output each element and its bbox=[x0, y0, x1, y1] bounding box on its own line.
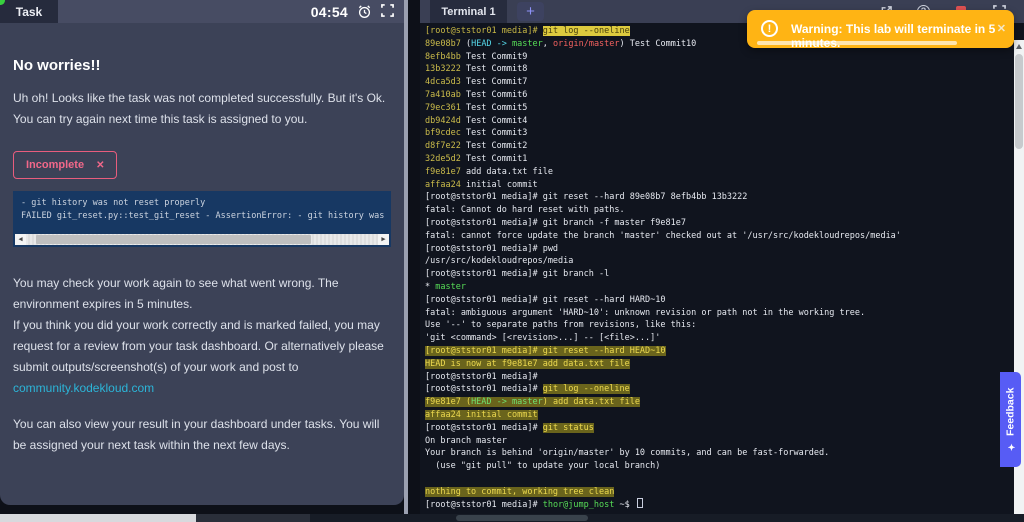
toast-message: Warning: This lab will terminate in 5 mi… bbox=[791, 22, 996, 50]
error-line: - git history was not reset properly bbox=[21, 198, 206, 208]
tab-task[interactable]: Task bbox=[0, 0, 58, 23]
terminal-line: [root@ststor01 media]# bbox=[425, 371, 538, 382]
bottom-scrollbar-thumb[interactable] bbox=[0, 514, 196, 522]
terminal-line: db9424d Test Commit4 bbox=[425, 115, 528, 126]
terminal-line: 8efb4bb Test Commit9 bbox=[425, 51, 528, 62]
terminal-line: On branch master bbox=[425, 435, 507, 446]
error-output: - git history was not reset properly FAIL… bbox=[13, 191, 391, 247]
toast-close-icon[interactable]: ✕ bbox=[997, 22, 1006, 35]
terminal-line: 4dca5d3 Test Commit7 bbox=[425, 77, 528, 88]
terminal-line: [root@ststor01 media]# git status bbox=[425, 422, 594, 433]
terminal-line: [root@ststor01 media]# git branch -f mas… bbox=[425, 217, 686, 228]
feedback-label: Feedback bbox=[1004, 387, 1017, 437]
review-text: If you think you did your work correctly… bbox=[13, 318, 384, 395]
page-title: No worries!! bbox=[13, 57, 101, 74]
terminal-line: HEAD is now at f9e81e7 add data.txt file bbox=[425, 358, 630, 369]
error-output-hscrollbar[interactable]: ◀ ▶ bbox=[15, 234, 389, 245]
terminal-line: 13b3222 Test Commit8 bbox=[425, 64, 528, 75]
status-badge-label: Incomplete bbox=[26, 159, 85, 171]
terminal-line: [root@ststor01 media]# git branch -l bbox=[425, 269, 610, 280]
terminal-line: fatal: ambiguous argument 'HARD~10': unk… bbox=[425, 307, 866, 318]
result-text: You can also view your result in your da… bbox=[13, 417, 380, 452]
alarm-clock-icon bbox=[357, 4, 372, 19]
terminal-line: bf9cdec Test Commit3 bbox=[425, 128, 528, 139]
hscroll-thumb[interactable] bbox=[36, 235, 311, 244]
intro-text: Uh oh! Looks like the task was not compl… bbox=[13, 91, 386, 126]
task-body: No worries!! Uh oh! Looks like the task … bbox=[0, 23, 404, 505]
terminal-tab-label: Terminal 1 bbox=[441, 5, 496, 18]
terminal-line: 'git <command> [<revision>...] -- [<file… bbox=[425, 333, 661, 344]
scroll-left-arrow-icon[interactable]: ◀ bbox=[15, 234, 26, 245]
info-icon: ! bbox=[761, 20, 778, 37]
toast-progress-bar bbox=[757, 41, 957, 45]
bottom-scrollbar-track-segment bbox=[196, 514, 310, 522]
tab-terminal-1[interactable]: Terminal 1 bbox=[430, 0, 507, 23]
page-scrollbar-thumb[interactable] bbox=[1015, 54, 1023, 149]
badge-x-icon: ✕ bbox=[96, 159, 105, 171]
terminal-hscroll-thumb[interactable] bbox=[456, 515, 588, 521]
new-terminal-button[interactable]: + bbox=[517, 2, 544, 21]
terminal-line: [root@ststor01 media]# git reset --hard … bbox=[425, 345, 666, 356]
terminal-line: 32de5d2 Test Commit1 bbox=[425, 153, 528, 164]
terminal-line: f9e81e7 (HEAD -> master) add data.txt fi… bbox=[425, 397, 640, 408]
terminal-output[interactable]: [root@ststor01 media]# git log --oneline… bbox=[420, 23, 1024, 514]
terminal-panel: Terminal 1 + ? [root@ststor01 media]# gi… bbox=[420, 0, 1024, 514]
countdown-timer: 04:54 bbox=[310, 3, 348, 20]
terminal-line: 79ec361 Test Commit5 bbox=[425, 102, 528, 113]
terminal-line: (use "git pull" to update your local bra… bbox=[425, 461, 661, 472]
fullscreen-icon[interactable] bbox=[381, 4, 396, 19]
terminal-line: [root@ststor01 media]# git reset --hard … bbox=[425, 294, 666, 305]
hscroll-track[interactable] bbox=[26, 234, 378, 245]
task-header: Task 04:54 bbox=[0, 0, 404, 23]
sparkle-icon: ✦ bbox=[1005, 441, 1016, 452]
task-panel-scrollbar[interactable] bbox=[404, 0, 408, 514]
terminal-line: Use '--' to separate paths from revision… bbox=[425, 320, 697, 331]
status-badge: Incomplete ✕ bbox=[13, 151, 118, 179]
task-tab-label: Task bbox=[15, 4, 43, 19]
task-panel-scrollbar-thumb[interactable] bbox=[404, 0, 408, 514]
terminal-line: affaa24 initial commit bbox=[425, 409, 538, 420]
feedback-button[interactable]: ✦ Feedback bbox=[1000, 372, 1021, 467]
terminal-line: affaa24 initial commit bbox=[425, 179, 538, 190]
scroll-right-arrow-icon[interactable]: ▶ bbox=[378, 234, 389, 245]
terminal-line: /usr/src/kodekloudrepos/media bbox=[425, 256, 574, 267]
warning-toast: ! Warning: This lab will terminate in 5 … bbox=[747, 10, 1014, 50]
terminal-line: d8f7e22 Test Commit2 bbox=[425, 141, 528, 152]
terminal-line: 7a410ab Test Commit6 bbox=[425, 89, 528, 100]
check-work-text: You may check your work again to see wha… bbox=[13, 276, 339, 311]
terminal-line: [root@ststor01 media]# git reset --hard … bbox=[425, 192, 748, 203]
bottom-scrollbar[interactable] bbox=[0, 514, 1024, 522]
terminal-line: [root@ststor01 media]# git log --oneline bbox=[425, 384, 630, 395]
terminal-line: [root@ststor01 media]# pwd bbox=[425, 243, 559, 254]
terminal-line: nothing to commit, working tree clean bbox=[425, 486, 615, 497]
task-panel: Task 04:54 No worries!! Uh oh! Looks lik… bbox=[0, 0, 404, 514]
terminal-line: fatal: Cannot do hard reset with paths. bbox=[425, 205, 625, 216]
community-link[interactable]: community.kodekloud.com bbox=[13, 381, 154, 395]
terminal-line: Your branch is behind 'origin/master' by… bbox=[425, 448, 830, 459]
terminal-line: [root@ststor01 media]# thor@jump_host ~$ bbox=[425, 498, 1024, 511]
terminal-line: f9e81e7 add data.txt file bbox=[425, 166, 553, 177]
terminal-line: fatal: cannot force update the branch 'm… bbox=[425, 230, 901, 241]
terminal-line: * master bbox=[425, 281, 466, 292]
error-line: FAILED git_reset.py::test_git_reset - As… bbox=[21, 211, 385, 221]
scroll-up-arrow-icon[interactable] bbox=[1016, 44, 1022, 49]
